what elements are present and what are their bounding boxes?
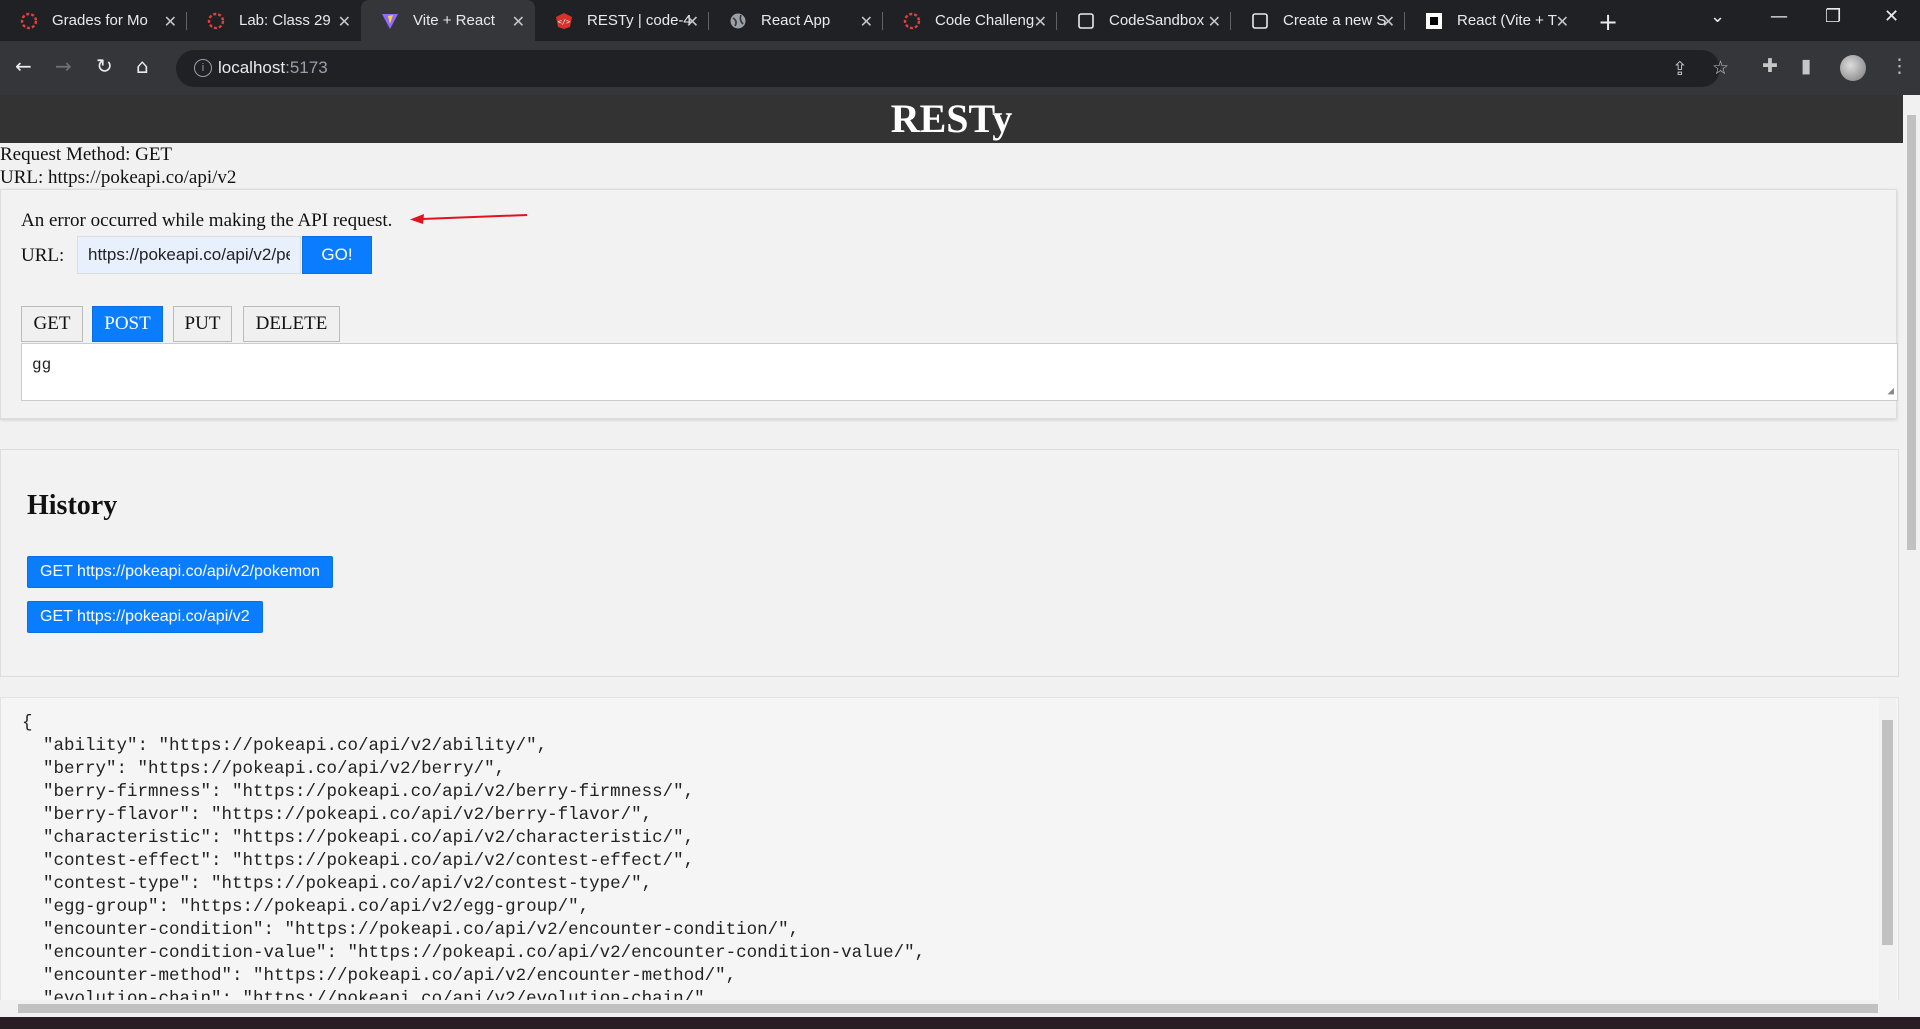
tab-title: RESTy | code-4 [587,12,692,29]
address-url[interactable]: localhost:5173 [218,58,328,78]
json-line: "encounter-method": "https://pokeapi.co/… [22,966,737,986]
minimize-icon[interactable]: — [1770,6,1788,27]
browser-tab[interactable]: </> RESTy | code-4 ✕ [535,0,709,41]
request-body-textarea[interactable]: gg ◢ [21,343,1898,401]
browser-toolbar: ← → ↻ ⌂ i localhost:5173 ⇪ ☆ ✚ ▮ ⋮ [0,41,1920,95]
annotation-arrow-icon [410,214,528,224]
history-item-button[interactable]: GET https://pokeapi.co/api/v2 [27,601,263,633]
history-section: History GET https://pokeapi.co/api/v2/po… [0,449,1899,677]
json-line: "encounter-condition": "https://pokeapi.… [22,920,800,940]
code-icon: </> [555,12,573,30]
tab-search-chevron-icon[interactable]: ⌄ [1710,6,1725,27]
json-line: "berry-firmness": "https://pokeapi.co/ap… [22,782,695,802]
history-heading: History [27,490,118,521]
json-line: "egg-group": "https://pokeapi.co/api/v2/… [22,897,590,917]
home-icon[interactable]: ⌂ [136,54,149,78]
method-delete-button[interactable]: DELETE [243,306,340,342]
bookmark-star-icon[interactable]: ☆ [1712,57,1729,79]
new-tab-plus-icon[interactable]: + [1598,8,1618,36]
go-button[interactable]: GO! [302,236,372,274]
browser-tab-strip: Grades for Mo ✕ Lab: Class 29 ✕ Vite + R… [0,0,1920,41]
json-line: "characteristic": "https://pokeapi.co/ap… [22,828,695,848]
profile-avatar[interactable] [1840,55,1866,81]
reload-icon[interactable]: ↻ [96,54,113,78]
app-title: RESTy [890,96,1013,141]
history-item-button[interactable]: GET https://pokeapi.co/api/v2/pokemon [27,556,333,588]
browser-tab-active[interactable]: Vite + React ✕ [361,0,535,41]
close-tab-icon[interactable]: ✕ [1208,12,1221,32]
extensions-puzzle-icon[interactable]: ✚ [1762,55,1778,77]
close-tab-icon[interactable]: ✕ [860,12,873,32]
browser-tab[interactable]: Create a new S ✕ [1231,0,1405,41]
close-tab-icon[interactable]: ✕ [164,12,177,32]
method-put-button[interactable]: PUT [173,306,232,342]
page-horizontal-scrollbar[interactable] [0,1000,1903,1017]
close-tab-icon[interactable]: ✕ [512,12,525,32]
json-line: "berry-flavor": "https://pokeapi.co/api/… [22,805,653,825]
method-get-button[interactable]: GET [21,306,83,342]
forward-arrow-icon[interactable]: → [55,54,72,78]
url-input[interactable] [77,236,301,274]
close-tab-icon[interactable]: ✕ [686,12,699,32]
browser-tab[interactable]: Code Challeng ✕ [883,0,1057,41]
os-taskbar [0,1017,1920,1029]
browser-tab[interactable]: Grades for Mo ✕ [0,0,187,41]
globe-icon [729,12,747,30]
method-post-button[interactable]: POST [92,306,163,342]
tab-title: Vite + React [413,12,495,29]
vite-icon [381,12,399,30]
page-vertical-scrollbar[interactable] [1903,95,1920,1017]
response-panel: { "ability": "https://pokeapi.co/api/v2/… [0,697,1899,1017]
close-tab-icon[interactable]: ✕ [1556,12,1569,32]
error-message: An error occurred while making the API r… [21,210,393,231]
json-line: "ability": "https://pokeapi.co/api/v2/ab… [22,736,548,756]
resize-handle-icon[interactable]: ◢ [1887,384,1894,398]
site-info-icon[interactable]: i [194,59,212,77]
request-url-line: URL: https://pokeapi.co/api/v2 [0,167,237,188]
json-line: "contest-type": "https://pokeapi.co/api/… [22,874,653,894]
url-label: URL: [21,245,65,266]
page-viewport: RESTy Request Method: GET URL: https://p… [0,95,1903,1017]
canvas-icon [207,12,225,30]
restore-icon[interactable]: ❐ [1825,6,1841,27]
canvas-icon [903,12,921,30]
tab-title: React (Vite + T [1457,12,1557,29]
svg-text:</>: </> [558,18,571,26]
browser-tab[interactable]: React App ✕ [709,0,883,41]
sandbox-icon [1425,12,1443,30]
tab-title: Lab: Class 29 [239,12,331,29]
json-line: "berry": "https://pokeapi.co/api/v2/berr… [22,759,506,779]
address-bar[interactable]: i localhost:5173 ⇪ ☆ [176,50,1729,87]
response-json: { "ability": "https://pokeapi.co/api/v2/… [22,712,925,1011]
side-panel-icon[interactable]: ▮ [1801,55,1811,77]
close-tab-icon[interactable]: ✕ [1382,12,1395,32]
close-tab-icon[interactable]: ✕ [338,12,351,32]
response-scrollbar[interactable] [1879,698,1896,1016]
close-window-icon[interactable]: ✕ [1884,6,1899,27]
menu-kebab-icon[interactable]: ⋮ [1890,55,1909,77]
square-icon [1251,12,1269,30]
tab-title: CodeSandbox [1109,12,1205,29]
json-line: "contest-effect": "https://pokeapi.co/ap… [22,851,695,871]
share-icon[interactable]: ⇪ [1672,58,1688,80]
canvas-icon [20,12,38,30]
close-tab-icon[interactable]: ✕ [1034,12,1047,32]
tab-title: Code Challeng [935,12,1035,29]
browser-tab[interactable]: CodeSandbox ✕ [1057,0,1231,41]
json-line: { [22,713,33,733]
square-icon [1077,12,1095,30]
request-body-text: gg [32,356,52,374]
tab-title: Grades for Mo [52,12,148,29]
request-method-line: Request Method: GET [0,144,173,165]
tab-title: Create a new S [1283,12,1387,29]
app-header: RESTy [0,95,1903,143]
browser-tab[interactable]: Lab: Class 29 ✕ [187,0,361,41]
browser-tab[interactable]: React (Vite + T ✕ [1405,0,1579,41]
json-line: "encounter-condition-value": "https://po… [22,943,926,963]
back-arrow-icon[interactable]: ← [15,54,32,78]
tab-title: React App [761,12,831,29]
